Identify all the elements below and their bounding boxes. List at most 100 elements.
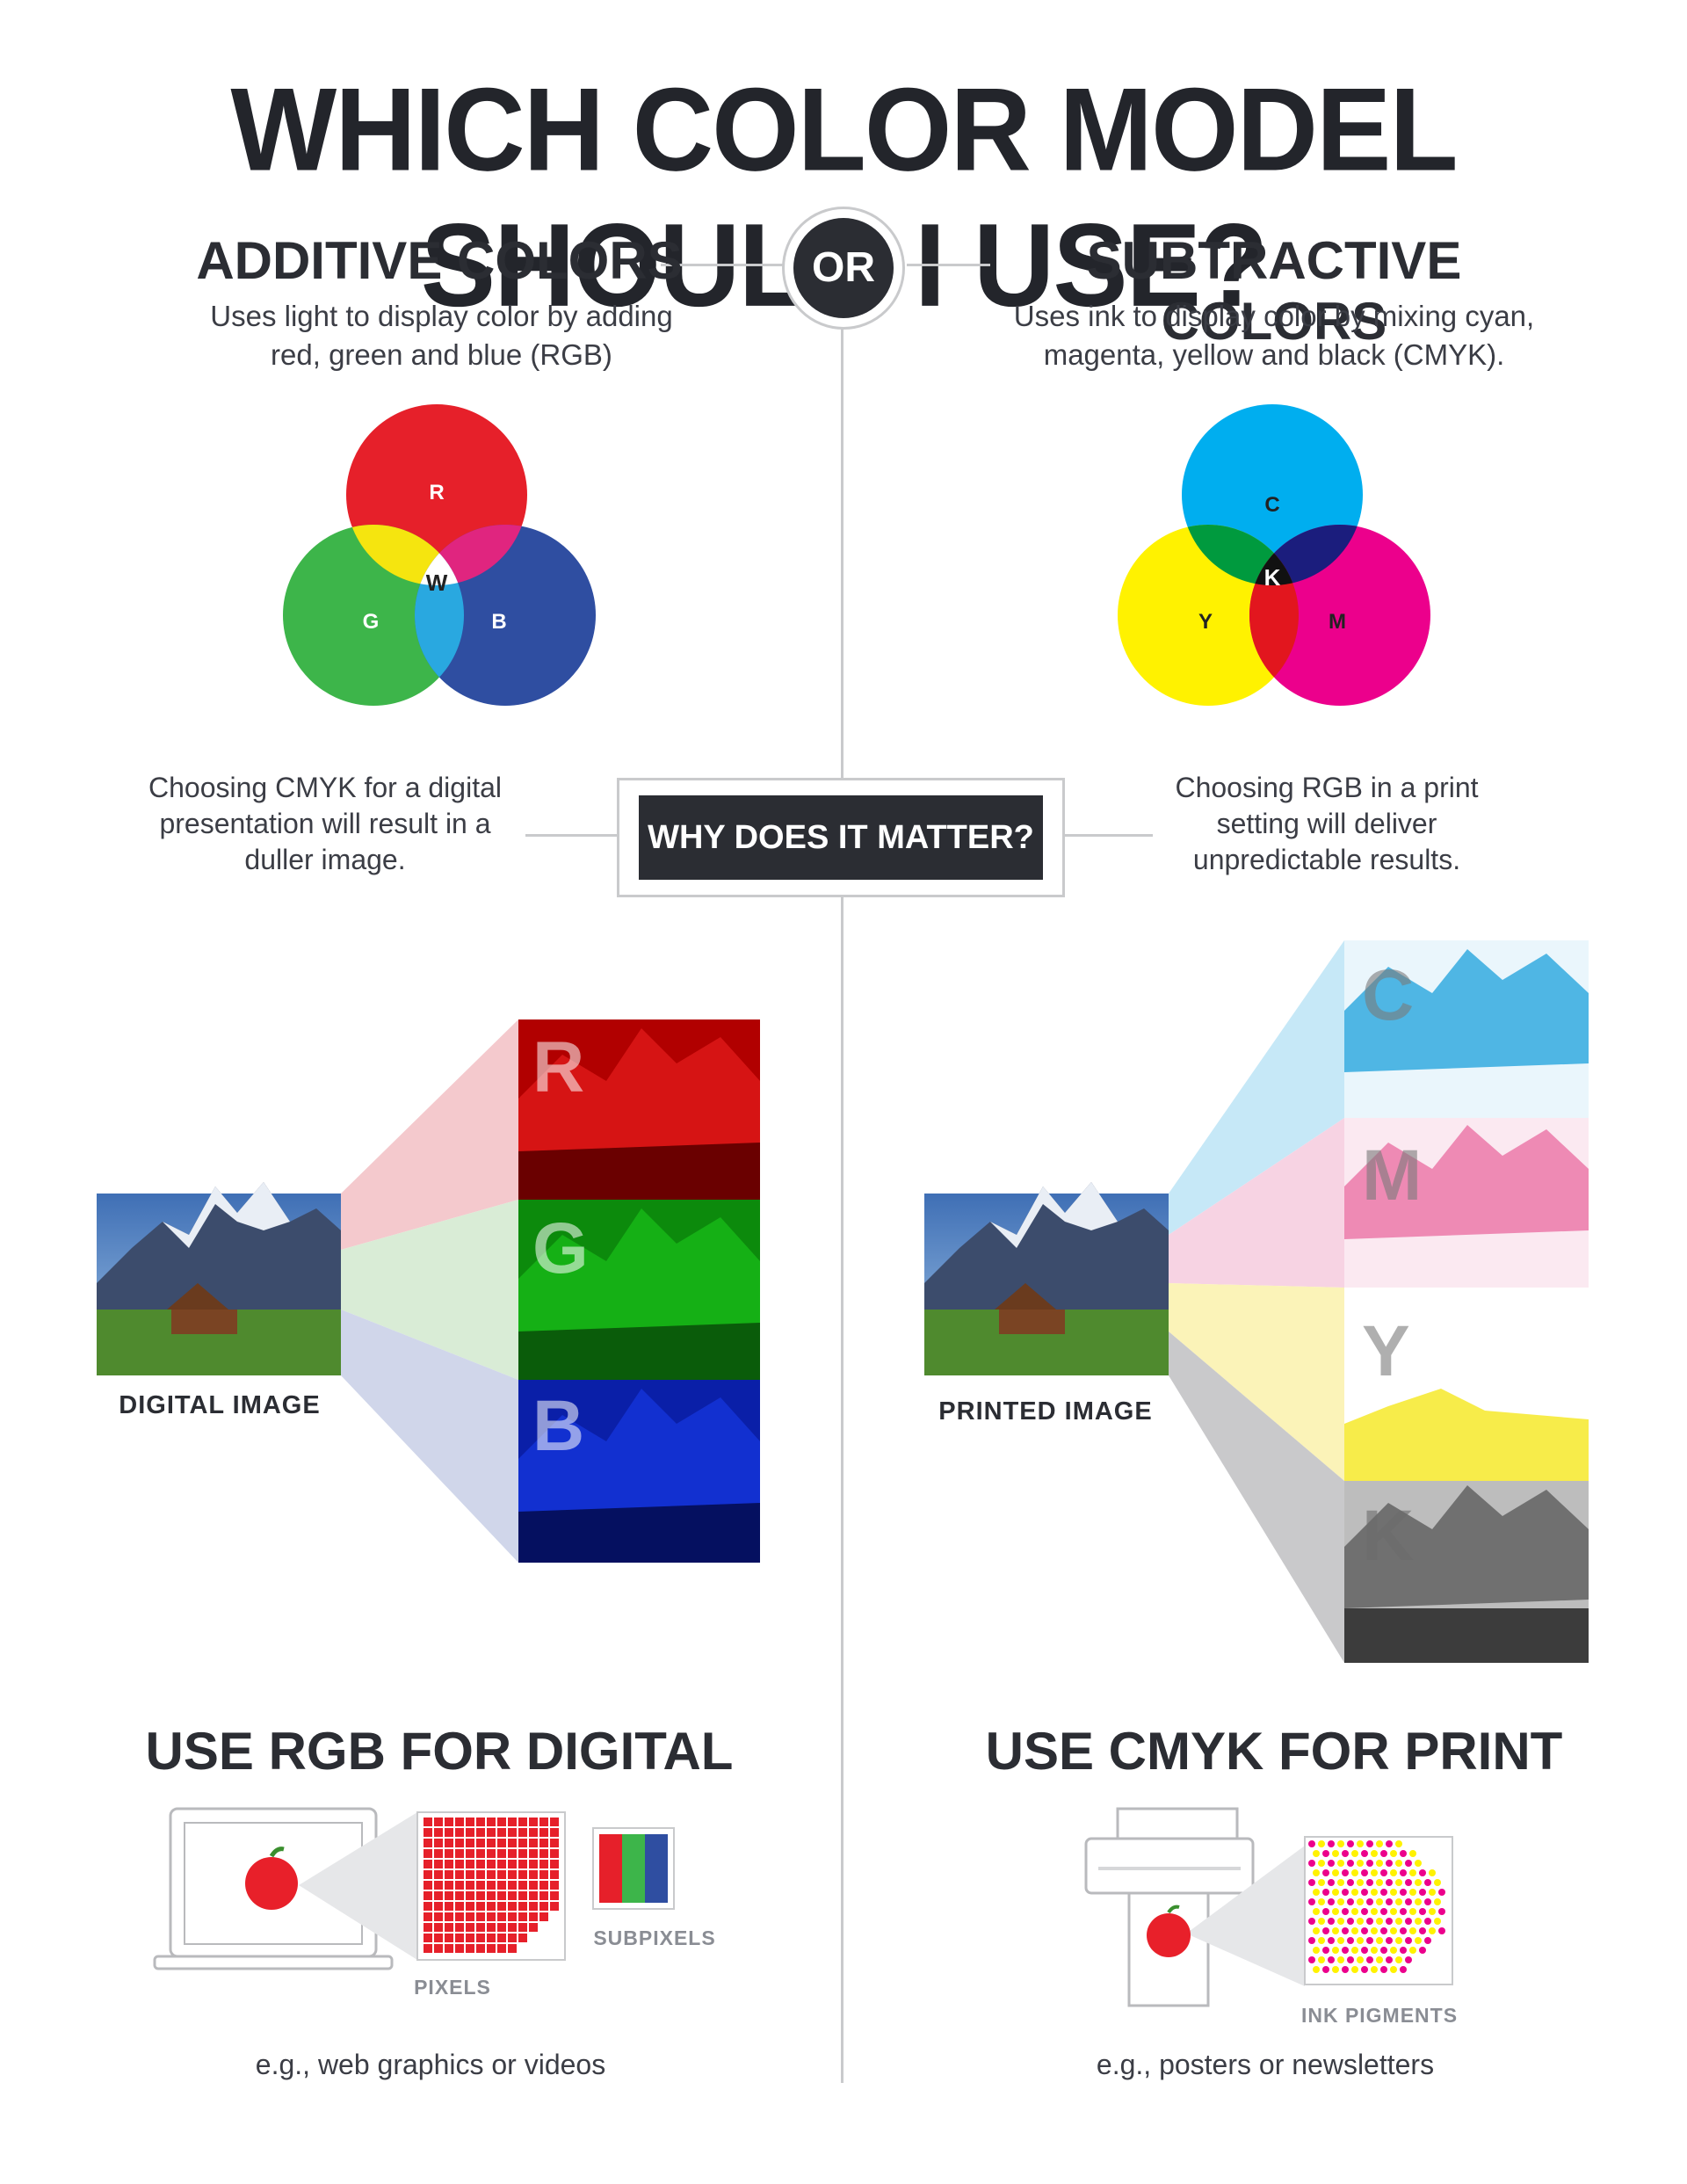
- pixel-cell: [424, 1818, 432, 1826]
- cmyk-letter-m: M: [1329, 610, 1346, 634]
- pixel-cell: [476, 1849, 485, 1858]
- ink-dot: [1308, 1860, 1315, 1867]
- ink-dot: [1376, 1956, 1383, 1963]
- pixel-cell: [434, 1923, 443, 1932]
- ink-dot: [1361, 1927, 1368, 1934]
- pixel-cell: [487, 1934, 496, 1942]
- pixel-cell: [518, 1870, 527, 1879]
- pixel-cell: [539, 1881, 548, 1890]
- pixel-cell: [434, 1891, 443, 1900]
- ink-dot: [1371, 1966, 1378, 1973]
- ink-dot: [1415, 1879, 1422, 1886]
- ink-dot: [1395, 1898, 1402, 1905]
- ink-dot: [1371, 1908, 1378, 1915]
- ink-dot: [1376, 1918, 1383, 1925]
- pixel-cell: [550, 1839, 559, 1847]
- ink-dot: [1337, 1879, 1344, 1886]
- pixel-cell: [455, 1849, 464, 1858]
- pixel-cell: [497, 1891, 506, 1900]
- pixel-cell: [445, 1944, 453, 1953]
- ink-dot: [1400, 1947, 1407, 1954]
- ink-dot: [1322, 1850, 1329, 1857]
- ink-pigments-label: INK PIGMENTS: [1300, 2004, 1459, 2027]
- ink-dot: [1308, 1879, 1315, 1886]
- ink-dot: [1429, 1889, 1436, 1896]
- ink-dot: [1347, 1956, 1354, 1963]
- ink-dot: [1429, 1908, 1436, 1915]
- pixels-label: PIXELS: [414, 1976, 491, 1999]
- printed-image-photo: [924, 1182, 1169, 1375]
- or-label: OR: [793, 218, 894, 318]
- cmyk-letter-c: C: [1264, 493, 1279, 517]
- ink-dot: [1361, 1947, 1368, 1954]
- pixel-cell: [497, 1912, 506, 1921]
- matter-left-text: Choosing CMYK for a digital presentation…: [148, 772, 502, 875]
- rgb-use-heading: USE RGB FOR DIGITAL: [145, 1722, 734, 1781]
- pixel-cell: [487, 1860, 496, 1868]
- ink-dot: [1366, 1840, 1373, 1847]
- ink-dot: [1322, 1927, 1329, 1934]
- pixel-cell: [497, 1923, 506, 1932]
- ink-dot: [1332, 1850, 1339, 1857]
- pixel-cell: [455, 1828, 464, 1837]
- pixel-cell: [529, 1891, 538, 1900]
- pixel-cell: [487, 1923, 496, 1932]
- ink-dot: [1366, 1860, 1373, 1867]
- ink-dot: [1424, 1918, 1431, 1925]
- pixel-cell: [550, 1902, 559, 1911]
- ink-dot: [1313, 1908, 1320, 1915]
- pixel-cell: [497, 1870, 506, 1879]
- ink-dot: [1419, 1947, 1426, 1954]
- ink-dot: [1424, 1937, 1431, 1944]
- pixel-cell: [424, 1912, 432, 1921]
- pixel-cell: [487, 1870, 496, 1879]
- ink-dot: [1395, 1937, 1402, 1944]
- ink-dot: [1322, 1908, 1329, 1915]
- ink-dot: [1409, 1908, 1416, 1915]
- pixel-cell: [550, 1828, 559, 1837]
- ink-dot: [1322, 1889, 1329, 1896]
- pixel-cell: [518, 1912, 527, 1921]
- ink-dot: [1357, 1937, 1364, 1944]
- ink-dot: [1337, 1840, 1344, 1847]
- ink-dot: [1361, 1869, 1368, 1876]
- pixel-cell: [466, 1923, 474, 1932]
- ink-dot: [1313, 1947, 1320, 1954]
- pixel-cell: [550, 1849, 559, 1858]
- pixel-cell: [466, 1828, 474, 1837]
- ink-dot: [1322, 1966, 1329, 1973]
- ink-dot: [1395, 1840, 1402, 1847]
- pixel-cell: [529, 1818, 538, 1826]
- ink-dot: [1438, 1889, 1445, 1896]
- pixel-cell: [455, 1944, 464, 1953]
- ink-dot: [1332, 1927, 1339, 1934]
- additive-heading: ADDITIVE COLORS: [196, 231, 683, 290]
- pixel-cell: [476, 1870, 485, 1879]
- pixel-cell: [487, 1881, 496, 1890]
- rgb-letter-w: W: [426, 570, 448, 596]
- channel-c-letter: C: [1362, 955, 1414, 1035]
- pixel-cell: [455, 1839, 464, 1847]
- pixel-cell: [539, 1870, 548, 1879]
- ink-dot: [1424, 1879, 1431, 1886]
- ink-dot: [1342, 1889, 1349, 1896]
- pixel-cell: [445, 1828, 453, 1837]
- pixel-cell: [455, 1934, 464, 1942]
- digital-image-breakdown: R G B: [97, 1019, 760, 1563]
- ink-dot: [1318, 1918, 1325, 1925]
- ink-dot: [1390, 1850, 1397, 1857]
- pixel-cell: [466, 1902, 474, 1911]
- ink-dot: [1376, 1879, 1383, 1886]
- pixel-cell: [508, 1912, 517, 1921]
- pixel-cell: [497, 1818, 506, 1826]
- ink-dot: [1380, 1850, 1387, 1857]
- pixel-cell: [529, 1839, 538, 1847]
- ink-dot: [1332, 1889, 1339, 1896]
- subpixel-red: [599, 1834, 622, 1903]
- ink-dot: [1376, 1840, 1383, 1847]
- pixel-cell: [550, 1860, 559, 1868]
- pixel-cell: [466, 1891, 474, 1900]
- ink-dot: [1386, 1956, 1393, 1963]
- ink-dot: [1400, 1908, 1407, 1915]
- pixel-cell: [550, 1818, 559, 1826]
